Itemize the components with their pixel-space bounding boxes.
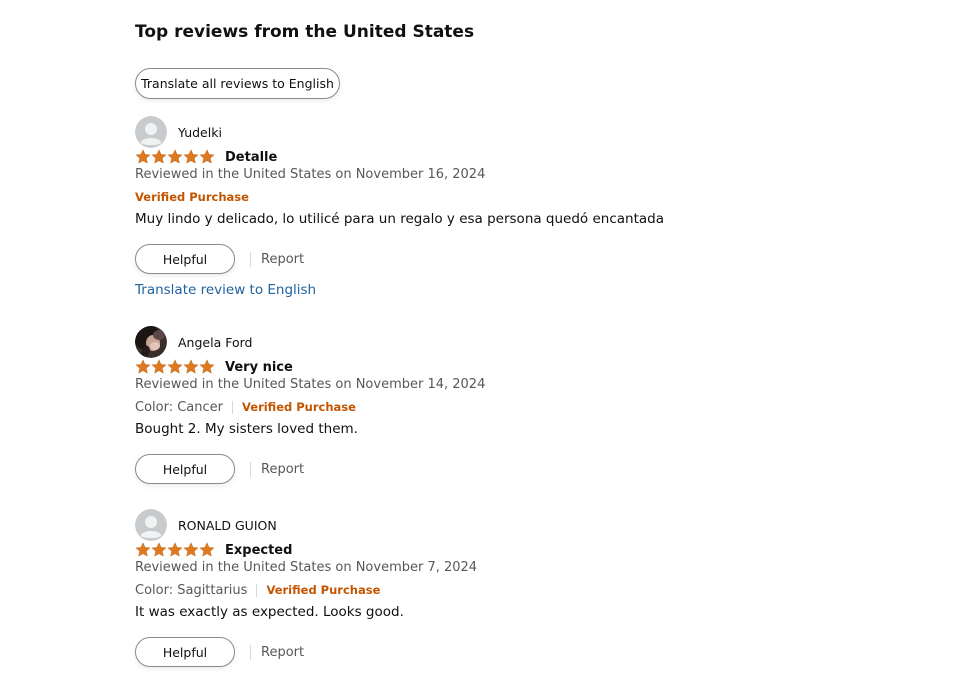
star-icon <box>199 542 215 557</box>
review-date: Reviewed in the United States on Novembe… <box>135 167 486 182</box>
review-body: Muy lindo y delicado, lo utilicé para un… <box>135 211 665 227</box>
star-icon <box>135 542 151 557</box>
star-rating[interactable] <box>135 149 215 165</box>
divider <box>250 461 251 477</box>
review-actions: Helpful Report <box>135 244 304 274</box>
reviewer-profile[interactable]: Yudelki <box>135 116 222 148</box>
star-icon <box>135 149 151 164</box>
review-actions: Helpful Report <box>135 637 304 667</box>
star-icon <box>135 359 151 374</box>
default-avatar-icon <box>135 116 167 148</box>
rating-row: Expected <box>135 540 292 560</box>
review-meta: Color: Cancer Verified Purchase <box>135 398 356 416</box>
rating-row: Very nice <box>135 357 293 377</box>
review-card: Yudelki Detalle Reviewed in the United S… <box>135 116 855 306</box>
report-link[interactable]: Report <box>261 645 304 660</box>
star-icon <box>151 542 167 557</box>
divider <box>256 583 258 597</box>
review-date: Reviewed in the United States on Novembe… <box>135 560 478 575</box>
review-meta: Verified Purchase <box>135 188 249 206</box>
star-rating[interactable] <box>135 542 215 558</box>
review-meta: Color: Sagittarius Verified Purchase <box>135 581 380 599</box>
review-actions: Helpful Report <box>135 454 304 484</box>
color-variant: Color: Cancer <box>135 399 223 415</box>
review-date: Reviewed in the United States on Novembe… <box>135 377 486 392</box>
reviewer-profile[interactable]: Angela Ford <box>135 326 252 358</box>
translate-review-link[interactable]: Translate review to English <box>135 282 316 298</box>
star-icon <box>199 359 215 374</box>
section-title: Top reviews from the United States <box>135 22 475 42</box>
star-icon <box>167 542 183 557</box>
verified-purchase-badge: Verified Purchase <box>242 400 356 414</box>
review-title[interactable]: Expected <box>225 543 292 558</box>
verified-purchase-badge: Verified Purchase <box>266 583 381 597</box>
review-body: It was exactly as expected. Looks good. <box>135 604 404 620</box>
helpful-button[interactable]: Helpful <box>135 454 235 484</box>
translate-all-reviews-button[interactable]: Translate all reviews to English <box>135 68 340 99</box>
report-link[interactable]: Report <box>261 252 304 267</box>
star-icon <box>151 149 167 164</box>
helpful-button[interactable]: Helpful <box>135 244 235 274</box>
default-avatar-icon <box>135 509 167 541</box>
review-card: RONALD GUION Expected Reviewed in the Un… <box>135 509 855 674</box>
divider <box>250 644 251 660</box>
star-icon <box>167 359 183 374</box>
star-icon <box>167 149 183 164</box>
helpful-button[interactable]: Helpful <box>135 637 235 667</box>
star-rating[interactable] <box>135 359 215 375</box>
reviewer-name: Angela Ford <box>178 334 253 350</box>
divider <box>232 400 233 414</box>
report-link[interactable]: Report <box>261 462 304 477</box>
star-icon <box>183 149 199 164</box>
star-icon <box>183 359 199 374</box>
rating-row: Detalle <box>135 147 277 167</box>
color-variant: Color: Sagittarius <box>135 582 248 598</box>
review-card: Angela Ford Very nice Reviewed in the Un… <box>135 326 855 491</box>
star-icon <box>151 359 167 374</box>
reviewer-profile[interactable]: RONALD GUION <box>135 509 277 541</box>
review-body: Bought 2. My sisters loved them. <box>135 421 358 437</box>
review-title[interactable]: Detalle <box>225 150 277 165</box>
star-icon <box>199 149 215 164</box>
star-icon <box>183 542 199 557</box>
verified-purchase-badge: Verified Purchase <box>135 190 249 204</box>
profile-photo <box>135 326 167 358</box>
reviewer-name: Yudelki <box>178 124 222 140</box>
reviewer-name: RONALD GUION <box>178 517 277 533</box>
review-title[interactable]: Very nice <box>225 360 293 375</box>
divider <box>250 251 251 267</box>
